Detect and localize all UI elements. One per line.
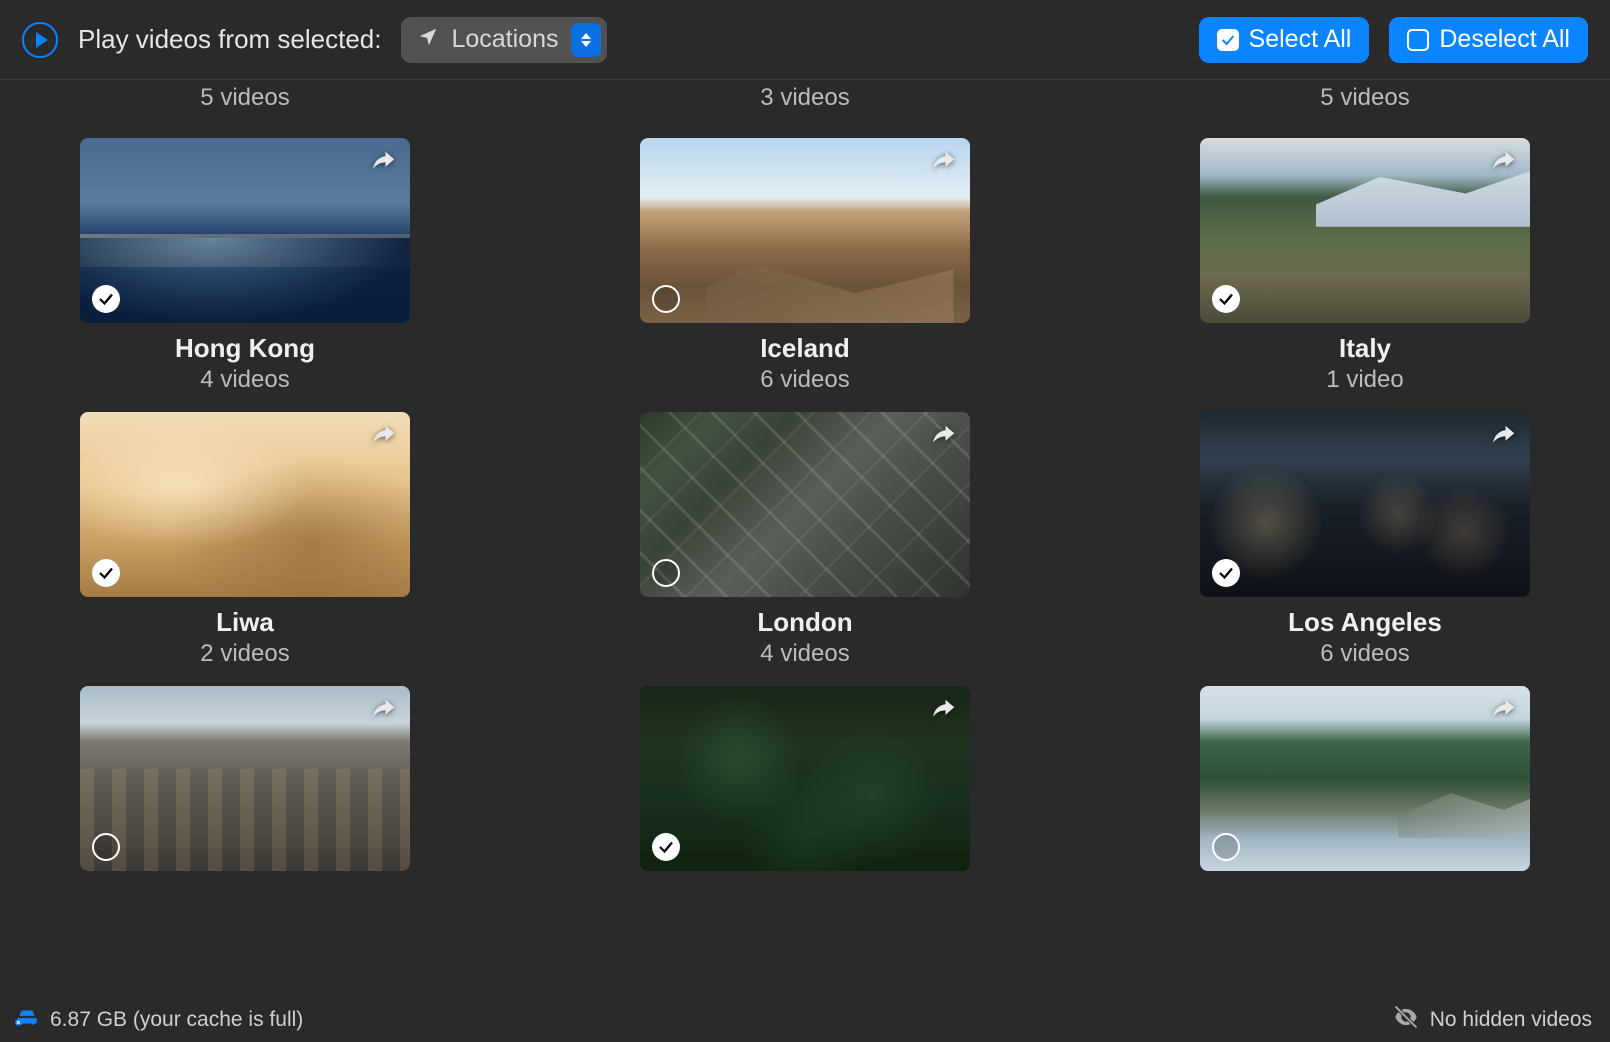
thumbnail-image [640,412,970,597]
checked-box-icon [1217,29,1239,51]
hidden-videos-text: No hidden videos [1430,1008,1592,1032]
location-thumbnail[interactable] [80,412,410,597]
drive-icon [14,1004,40,1036]
thumbnail-image [80,412,410,597]
unselected-circle-icon[interactable] [1212,833,1240,861]
location-thumbnail[interactable] [640,412,970,597]
toolbar: Play videos from selected: Locations Sel… [0,0,1610,80]
location-thumbnail[interactable] [1200,686,1530,871]
share-icon[interactable] [1486,420,1520,454]
empty-box-icon [1407,29,1429,51]
thumbnail-image [1200,138,1530,323]
location-thumbnail[interactable] [1200,138,1530,323]
location-cell [640,686,970,871]
location-cell-partial: 5 videos [80,80,410,120]
location-title: Hong Kong [175,333,315,364]
location-cell: Iceland6 videos [640,138,970,394]
location-thumbnail[interactable] [80,686,410,871]
thumbnail-image [640,138,970,323]
unselected-circle-icon[interactable] [652,285,680,313]
selected-checkmark-icon[interactable] [1212,285,1240,313]
play-button[interactable] [22,22,58,58]
video-count: 3 videos [760,80,849,120]
selected-checkmark-icon[interactable] [652,833,680,861]
video-count: 4 videos [200,366,289,394]
eye-slash-icon [1392,1003,1420,1037]
location-cell [80,686,410,871]
thumbnail-image [80,138,410,323]
video-count: 5 videos [1320,80,1409,120]
share-icon[interactable] [926,694,960,728]
location-title: Italy [1339,333,1391,364]
location-title: Los Angeles [1288,607,1442,638]
share-icon[interactable] [926,146,960,180]
cache-status-text: 6.87 GB (your cache is full) [50,1008,303,1032]
share-icon[interactable] [366,694,400,728]
location-thumbnail[interactable] [80,138,410,323]
video-count: 6 videos [1320,640,1409,668]
unselected-circle-icon[interactable] [92,833,120,861]
dropdown-label: Locations [451,25,558,54]
select-all-button[interactable]: Select All [1199,17,1370,63]
selected-checkmark-icon[interactable] [92,285,120,313]
thumbnail-image [80,686,410,871]
video-count: 2 videos [200,640,289,668]
video-count: 1 video [1326,366,1403,394]
video-count: 5 videos [200,80,289,120]
location-cell [1200,686,1530,871]
locations-scroll[interactable]: 5 videos3 videos5 videosHong Kong4 video… [0,80,1610,1000]
location-cell: Liwa2 videos [80,412,410,668]
share-icon[interactable] [926,420,960,454]
deselect-all-label: Deselect All [1439,25,1570,54]
location-thumbnail[interactable] [640,686,970,871]
location-cell-partial: 5 videos [1200,80,1530,120]
location-title: Iceland [760,333,850,364]
source-dropdown[interactable]: Locations [401,17,606,63]
location-cell: Hong Kong4 videos [80,138,410,394]
status-bar: 6.87 GB (your cache is full) No hidden v… [0,1000,1610,1042]
dropdown-stepper-icon [571,23,601,57]
deselect-all-button[interactable]: Deselect All [1389,17,1588,63]
location-cell: Los Angeles6 videos [1200,412,1530,668]
thumbnail-image [640,686,970,871]
share-icon[interactable] [1486,146,1520,180]
location-title: London [757,607,852,638]
video-count: 6 videos [760,366,849,394]
play-icon [36,32,48,48]
unselected-circle-icon[interactable] [652,559,680,587]
share-icon[interactable] [366,420,400,454]
share-icon[interactable] [1486,694,1520,728]
video-count: 4 videos [760,640,849,668]
select-all-label: Select All [1249,25,1352,54]
toolbar-label: Play videos from selected: [78,24,381,55]
location-title: Liwa [216,607,274,638]
location-cell-partial: 3 videos [640,80,970,120]
thumbnail-image [1200,412,1530,597]
location-cell: London4 videos [640,412,970,668]
location-thumbnail[interactable] [640,138,970,323]
location-cell: Italy1 video [1200,138,1530,394]
location-thumbnail[interactable] [1200,412,1530,597]
share-icon[interactable] [366,146,400,180]
location-arrow-icon [417,26,439,53]
thumbnail-image [1200,686,1530,871]
selected-checkmark-icon[interactable] [92,559,120,587]
selected-checkmark-icon[interactable] [1212,559,1240,587]
